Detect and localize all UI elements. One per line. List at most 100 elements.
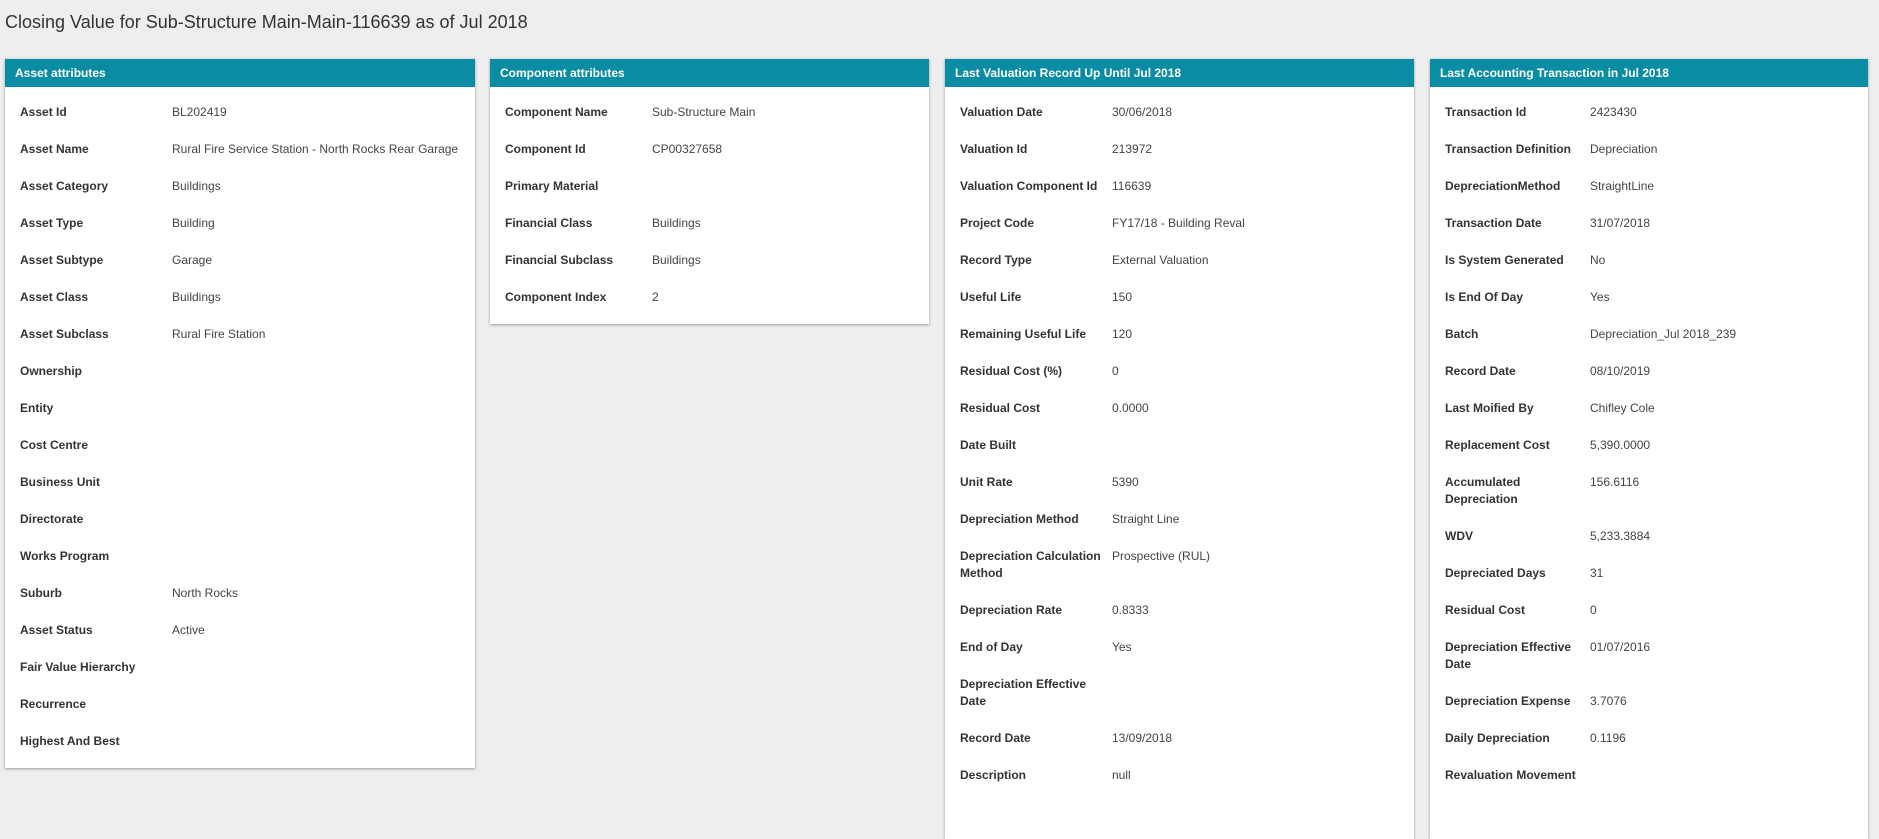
attribute-label: Cost Centre [20,438,89,452]
attribute-row: Record Type External Valuation [945,242,1414,279]
attribute-value: 116639 [1112,179,1152,193]
attribute-row: Residual Cost (%) 0 [945,353,1414,390]
attribute-label: Asset Subtype [20,253,104,267]
attribute-row: Highest And Best [5,723,475,760]
attribute-value: Yes [1590,290,1610,304]
attribute-value: North Rocks [172,586,239,600]
attribute-row: Batch Depreciation_Jul 2018_239 [1430,316,1868,353]
attribute-label: Project Code [960,216,1035,230]
attribute-value: 5,233.3884 [1590,529,1651,543]
attribute-row: Component Name Sub-Structure Main [490,94,929,131]
component-attributes-card: Component attributes Component Name Sub-S… [490,59,929,324]
accounting-transaction-list: Transaction Id 2423430 Transaction Defini… [1430,87,1868,800]
attribute-row: Depreciated Days 31 [1430,555,1868,592]
attribute-row: Fair Value Hierarchy [5,649,475,686]
attribute-label: Fair Value Hierarchy [20,660,136,674]
attribute-label: Depreciation Calculation Method [960,549,1101,580]
attribute-label: Depreciation Method [960,512,1079,526]
attribute-row: Financial Class Buildings [490,205,929,242]
attribute-row: Record Date 13/09/2018 [945,720,1414,757]
attribute-value: Buildings [652,216,701,230]
attribute-value: 120 [1112,327,1133,341]
attribute-label: Transaction Id [1445,105,1527,119]
valuation-record-card: Last Valuation Record Up Until Jul 2018 … [945,59,1414,839]
attribute-row: Suburb North Rocks [5,575,475,612]
attribute-value: Chifley Cole [1590,401,1655,415]
attribute-row: Depreciation Expense 3.7076 [1430,683,1868,720]
attribute-row: Description null [945,757,1414,794]
attribute-label: Asset Category [20,179,109,193]
attribute-label: Financial Subclass [505,253,614,267]
attribute-label: Daily Depreciation [1445,731,1550,745]
attribute-row: Directorate [5,501,475,538]
attribute-row: Daily Depreciation 0.1196 [1430,720,1868,757]
attribute-label: Valuation Component Id [960,179,1098,193]
attribute-value: Buildings [652,253,701,267]
attribute-value: FY17/18 - Building Reval [1112,216,1245,230]
attribute-label: Replacement Cost [1445,438,1550,452]
attribute-value: External Valuation [1112,253,1209,267]
attribute-row: Transaction Date 31/07/2018 [1430,205,1868,242]
attribute-label: Revaluation Movement [1445,768,1576,782]
attribute-row: Financial Subclass Buildings [490,242,929,279]
attribute-label: Is End Of Day [1445,290,1524,304]
attribute-label: Record Type [960,253,1032,267]
attribute-label: Date Built [960,438,1017,452]
attribute-value: 0.1196 [1590,731,1626,745]
attribute-row: Record Date 08/10/2019 [1430,353,1868,390]
attribute-value: 08/10/2019 [1590,364,1651,378]
attribute-row: Depreciation Calculation Method Prospecti… [945,538,1414,592]
attribute-label: Asset Name [20,142,89,156]
component-attributes-header: Component attributes [490,59,929,87]
attribute-row: Transaction Id 2423430 [1430,94,1868,131]
attribute-label: Transaction Date [1445,216,1542,230]
attribute-row: Asset Status Active [5,612,475,649]
attribute-row: Business Unit [5,464,475,501]
attribute-row: WDV 5,233.3884 [1430,518,1868,555]
attribute-value: Depreciation_Jul 2018_239 [1590,327,1737,341]
attribute-label: Ownership [20,364,83,378]
attribute-row: Entity [5,390,475,427]
attribute-label: Asset Subclass [20,327,109,341]
attribute-value: CP00327658 [652,142,723,156]
attribute-value: 13/09/2018 [1112,731,1173,745]
attribute-value: null [1112,768,1131,782]
attribute-label: End of Day [960,640,1023,654]
asset-attributes-list: Asset Id BL202419 Asset Name Rural Fire Se… [5,87,475,766]
attribute-value: 0 [1590,603,1597,617]
attribute-row: Asset Subtype Garage [5,242,475,279]
valuation-record-list: Valuation Date 30/06/2018 Valuation Id 213… [945,87,1414,800]
attribute-row: Project Code FY17/18 - Building Reval [945,205,1414,242]
attribute-value: StraightLine [1590,179,1655,193]
attribute-value: 213972 [1112,142,1153,156]
attribute-label: Depreciation Rate [960,603,1063,617]
attribute-label: Transaction Definition [1445,142,1572,156]
attribute-row: Depreciation Rate 0.8333 [945,592,1414,629]
attribute-row: Component Index 2 [490,279,929,316]
attribute-label: Description [960,768,1027,782]
accounting-transaction-card: Last Accounting Transaction in Jul 2018 … [1430,59,1868,839]
attribute-label: Component Id [505,142,586,156]
attribute-value: Prospective (RUL) [1112,549,1211,563]
attribute-row: Ownership [5,353,475,390]
attribute-label: Entity [20,401,54,415]
valuation-record-header: Last Valuation Record Up Until Jul 2018 [945,59,1414,87]
attribute-label: Batch [1445,327,1479,341]
attribute-value: 2 [652,290,659,304]
attribute-row: Revaluation Movement [1430,757,1868,794]
attribute-row: Valuation Id 213972 [945,131,1414,168]
attribute-value: 150 [1112,290,1133,304]
attribute-label: Depreciated Days [1445,566,1546,580]
attribute-label: Highest And Best [20,734,120,748]
attribute-value: BL202419 [172,105,227,119]
attribute-label: Asset Status [20,623,93,637]
asset-attributes-header: Asset attributes [5,59,475,87]
attribute-label: Remaining Useful Life [960,327,1087,341]
attribute-label: Business Unit [20,475,101,489]
attribute-value: Sub-Structure Main [652,105,756,119]
attribute-row: DepreciationMethod StraightLine [1430,168,1868,205]
attribute-label: Last Moified By [1445,401,1534,415]
attribute-row: Is End Of Day Yes [1430,279,1868,316]
attribute-value: Buildings [172,290,221,304]
attribute-label: Residual Cost [1445,603,1526,617]
